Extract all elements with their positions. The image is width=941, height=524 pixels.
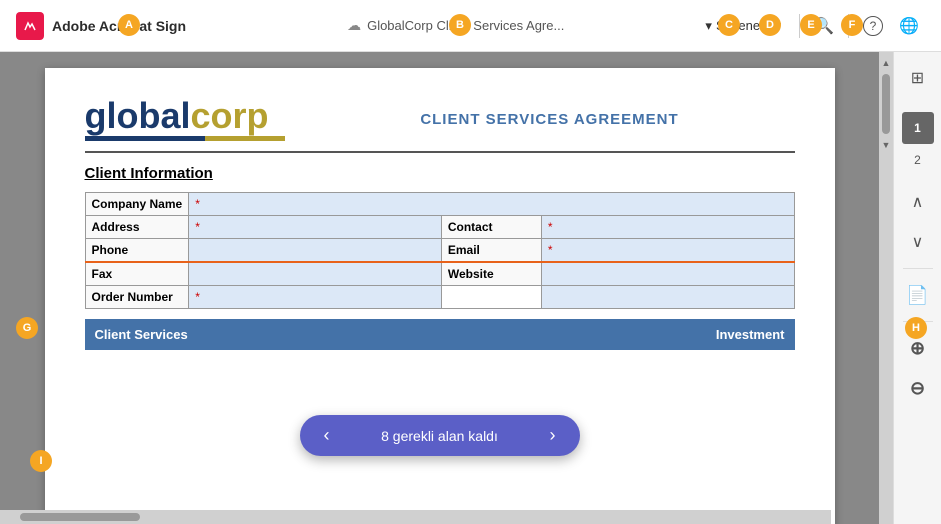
- scroll-thumb: [20, 513, 140, 521]
- annotation-h: H: [905, 317, 927, 339]
- annotation-e: E: [800, 14, 822, 36]
- company-name-label: Company Name: [85, 193, 189, 216]
- annotation-a: A: [118, 14, 140, 36]
- annotation-c: C: [718, 14, 740, 36]
- chevron-down-icon: ▾: [705, 18, 712, 34]
- vertical-scrollbar[interactable]: ▲ ▼: [879, 52, 893, 524]
- fax-value[interactable]: [189, 262, 442, 286]
- fax-label: Fax: [85, 262, 189, 286]
- logo-area: Adobe Acrobat Sign: [16, 12, 216, 40]
- table-row: Phone Email *: [85, 239, 794, 263]
- help-icon: ?: [863, 16, 883, 36]
- zoom-out-button[interactable]: ⊖: [900, 370, 936, 406]
- company-name-value[interactable]: *: [189, 193, 794, 216]
- table-row: Address * Contact *: [85, 216, 794, 239]
- grid-view-button[interactable]: ⊞: [900, 60, 936, 96]
- prev-field-button[interactable]: ‹: [324, 425, 330, 446]
- client-info-table: Company Name * Address * Contact * Phone…: [85, 192, 795, 309]
- phone-label: Phone: [85, 239, 189, 263]
- table-row: Order Number *: [85, 286, 794, 309]
- right-sidebar: ⊞ 1 2 ∧ ∨ 📄 ⊕ ⊖: [893, 52, 941, 524]
- website-value[interactable]: [541, 262, 794, 286]
- client-services-row: Client Services Investment: [85, 319, 795, 350]
- address-label: Address: [85, 216, 189, 239]
- table-row: Fax Website: [85, 262, 794, 286]
- scroll-down-arrow[interactable]: ▼: [879, 138, 893, 152]
- required-star: *: [195, 197, 200, 211]
- email-value[interactable]: *: [541, 239, 794, 263]
- required-star: *: [195, 290, 200, 304]
- table-row: Company Name *: [85, 193, 794, 216]
- scroll-up-sidebar-button[interactable]: ∧: [900, 184, 936, 220]
- empty-value[interactable]: [541, 286, 794, 309]
- sidebar-divider: [903, 268, 933, 269]
- content-area: globalcorp CLIENT SERVICES AGREEMENT Cli…: [0, 52, 893, 524]
- contact-label: Contact: [441, 216, 541, 239]
- section-title: Client Information: [85, 165, 795, 182]
- required-fields-nav: ‹ 8 gerekli alan kaldı ›: [300, 415, 580, 456]
- required-star: *: [548, 220, 553, 234]
- phone-value[interactable]: [189, 239, 442, 263]
- main-container: globalcorp CLIENT SERVICES AGREEMENT Cli…: [0, 52, 941, 524]
- logo-text-global: global: [85, 95, 191, 136]
- zoom-out-icon: ⊖: [910, 378, 925, 399]
- page-1-badge[interactable]: 1: [902, 112, 934, 144]
- scroll-thumb-vertical: [882, 74, 890, 134]
- logo-text: globalcorp: [85, 98, 285, 134]
- required-star: *: [195, 220, 200, 234]
- annotation-i: I: [30, 450, 52, 472]
- investment-label: Investment: [716, 327, 785, 342]
- annotation-f: F: [841, 14, 863, 36]
- scroll-down-sidebar-button[interactable]: ∨: [900, 224, 936, 260]
- required-fields-label: 8 gerekli alan kaldı: [381, 428, 498, 444]
- document-header: globalcorp CLIENT SERVICES AGREEMENT: [85, 98, 795, 141]
- grid-icon: ⊞: [911, 68, 924, 88]
- order-number-value[interactable]: *: [189, 286, 442, 309]
- horizontal-scrollbar[interactable]: [0, 510, 831, 524]
- email-label: Email: [441, 239, 541, 263]
- language-button[interactable]: 🌐: [893, 10, 925, 42]
- annotation-b: B: [449, 14, 471, 36]
- website-label: Website: [441, 262, 541, 286]
- document-properties-button[interactable]: 📄: [900, 277, 936, 313]
- order-number-label: Order Number: [85, 286, 189, 309]
- up-arrow-icon: ∧: [912, 192, 924, 212]
- annotation-d: D: [759, 14, 781, 36]
- client-services-label: Client Services: [95, 327, 188, 342]
- document-scroll-area[interactable]: globalcorp CLIENT SERVICES AGREEMENT Cli…: [0, 52, 879, 524]
- page-1-number: 1: [914, 121, 921, 135]
- scroll-up-arrow[interactable]: ▲: [879, 56, 893, 70]
- header-divider: [85, 151, 795, 153]
- zoom-in-icon: ⊕: [910, 338, 925, 359]
- annotation-g: G: [16, 317, 38, 339]
- doc-icon: 📄: [906, 285, 928, 306]
- contact-value[interactable]: *: [541, 216, 794, 239]
- page-2-number: 2: [914, 153, 921, 167]
- next-field-button[interactable]: ›: [550, 425, 556, 446]
- empty-label: [441, 286, 541, 309]
- logo-underline: [85, 136, 285, 141]
- acrobat-sign-logo-icon: [16, 12, 44, 40]
- agreement-title: CLIENT SERVICES AGREEMENT: [305, 111, 795, 128]
- address-value[interactable]: *: [189, 216, 442, 239]
- cloud-icon: ☁: [347, 17, 361, 34]
- required-star: *: [548, 243, 553, 257]
- down-arrow-icon: ∨: [912, 232, 924, 252]
- logo-text-corp: corp: [191, 95, 269, 136]
- globalcorp-logo: globalcorp: [85, 98, 285, 141]
- globe-icon: 🌐: [899, 16, 919, 36]
- page-2-badge[interactable]: 2: [902, 148, 934, 172]
